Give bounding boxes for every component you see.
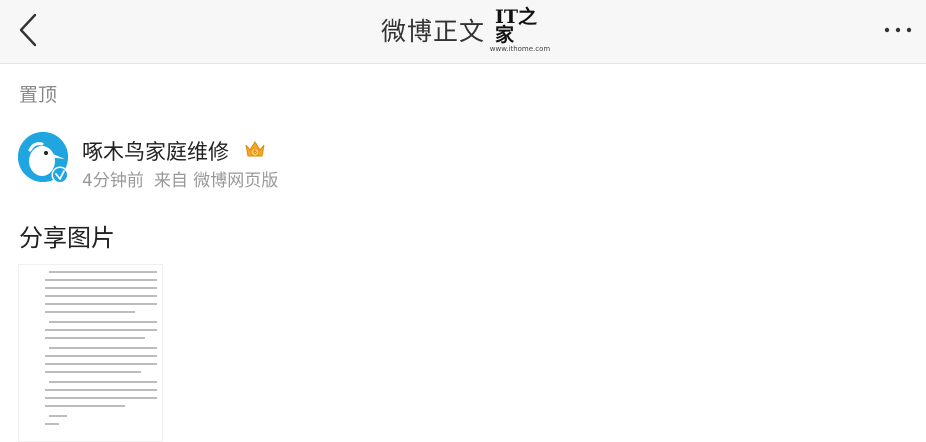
- crown-badge-icon[interactable]: 6: [243, 137, 267, 161]
- document-image: [45, 271, 157, 425]
- post-meta: 4分钟前 来自 微博网页版: [82, 166, 278, 191]
- post-time: 4分钟前: [82, 171, 144, 191]
- verified-badge-icon: [51, 166, 69, 184]
- post-image[interactable]: [18, 264, 163, 442]
- logo-text: IT之家: [495, 5, 538, 46]
- logo-mark: IT之家: [495, 5, 545, 46]
- post-text: 分享图片: [19, 224, 115, 252]
- logo-url: www.ithome.com: [489, 44, 551, 53]
- page-title: 微博正文: [380, 17, 485, 46]
- pinned-label: 置顶: [19, 84, 58, 106]
- more-horizontal-icon: [884, 27, 912, 33]
- more-button[interactable]: [882, 14, 914, 46]
- author-name[interactable]: 啄木鸟家庭维修: [82, 136, 229, 166]
- ithome-logo: IT之家 www.ithome.com: [490, 7, 550, 53]
- top-navigation-bar: 微博正文 IT之家 www.ithome.com: [0, 0, 926, 64]
- title-area: 微博正文 IT之家 www.ithome.com: [0, 0, 926, 60]
- svg-text:6: 6: [253, 149, 257, 156]
- post-source[interactable]: 来自 微博网页版: [154, 166, 278, 191]
